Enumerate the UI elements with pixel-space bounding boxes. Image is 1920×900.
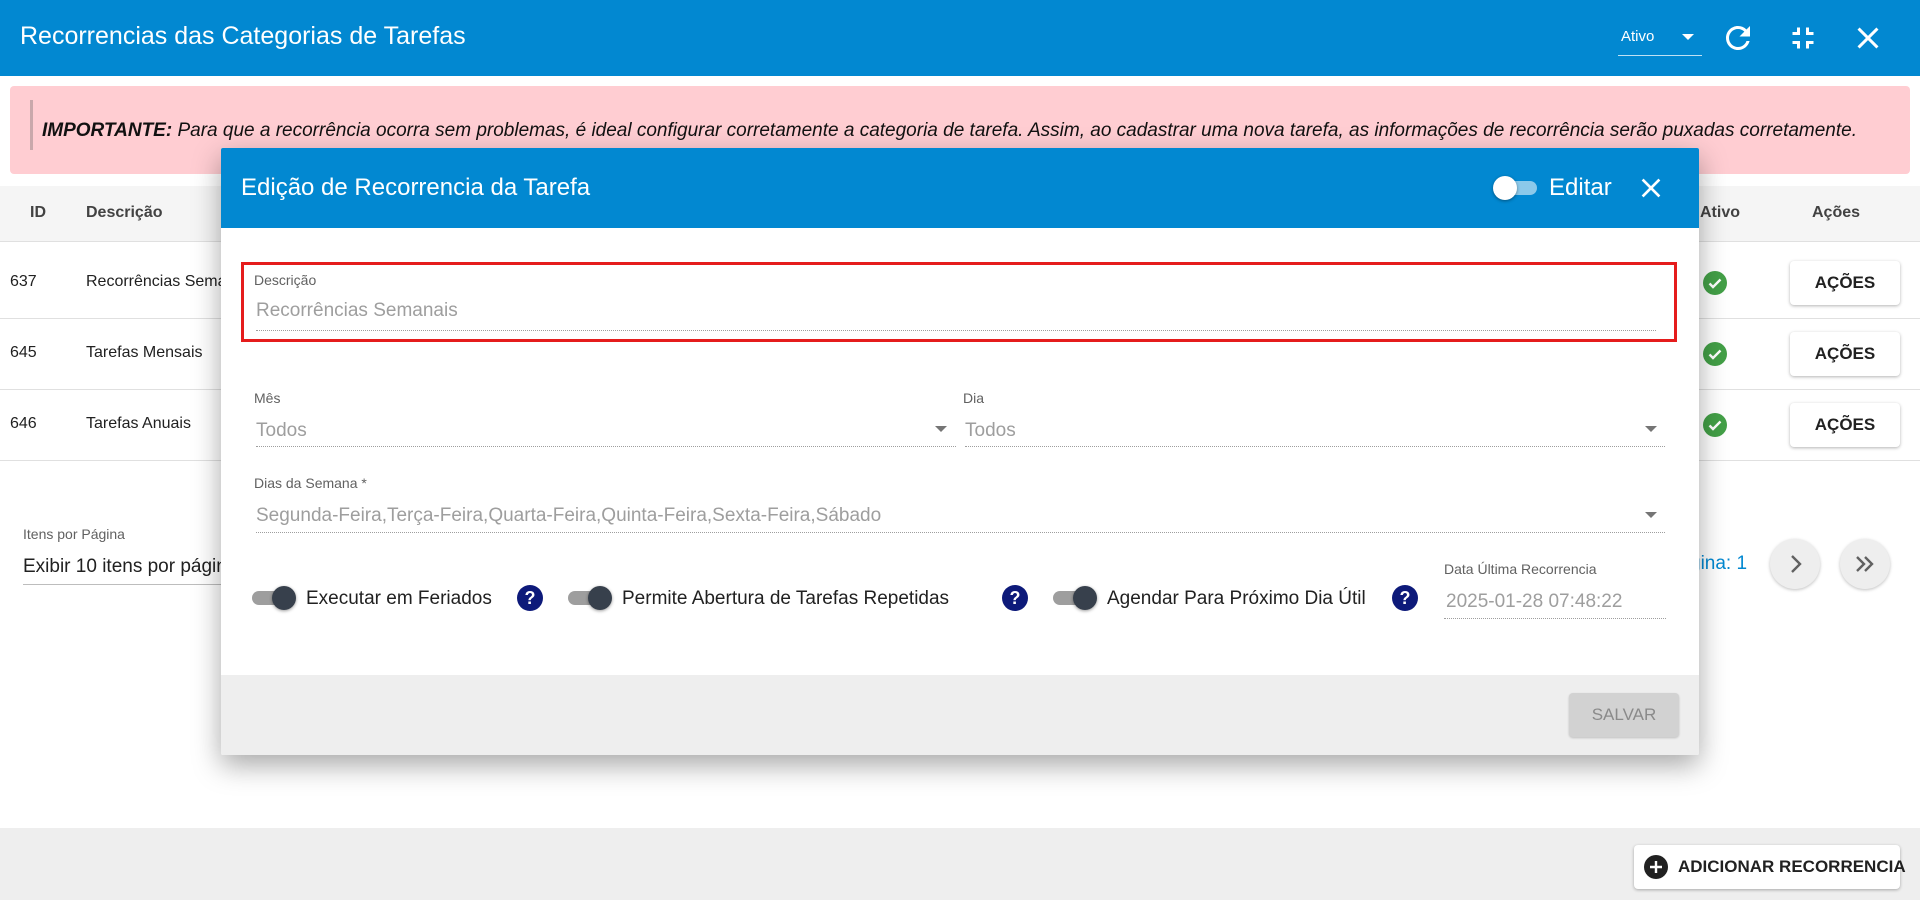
header-ativo: Ativo: [1700, 204, 1740, 221]
double-chevron-right-icon: [1856, 556, 1874, 572]
header-acoes: Ações: [1812, 204, 1861, 221]
dia-underline: [965, 446, 1665, 447]
cell-id: 637: [10, 273, 37, 290]
feriados-toggle[interactable]: [252, 586, 296, 610]
dialog-close-icon[interactable]: [1635, 172, 1667, 204]
alert-bold: IMPORTANTE:: [42, 120, 173, 141]
proximo-dia-util-toggle[interactable]: [1053, 586, 1097, 610]
dias-semana-select[interactable]: Segunda-Feira,Terça-Feira,Quarta-Feira,Q…: [256, 505, 881, 527]
cell-descricao: Tarefas Anuais: [86, 415, 191, 432]
caret-down-icon: [1645, 512, 1657, 518]
dias-semana-underline: [256, 532, 1665, 533]
check-circle-icon: [1703, 413, 1727, 437]
add-recorrencia-label: ADICIONAR RECORRENCIA: [1678, 857, 1906, 876]
edit-recorrencia-dialog: Edição de Recorrencia da Tarefa Editar D…: [221, 148, 1699, 755]
help-icon[interactable]: ?: [1392, 585, 1418, 611]
acoes-button[interactable]: AÇÕES: [1790, 332, 1900, 376]
mes-select[interactable]: Todos: [256, 420, 307, 442]
header-id: ID: [30, 204, 46, 221]
toggle-thumb: [272, 586, 296, 610]
alert-accent-line: [30, 100, 33, 150]
toggle-thumb: [588, 586, 612, 610]
repetidas-label: Permite Abertura de Tarefas Repetidas: [622, 588, 950, 609]
add-circle-icon: [1644, 855, 1668, 879]
refresh-icon[interactable]: [1720, 20, 1756, 56]
page-title: Recorrencias das Categorias de Tarefas: [20, 22, 466, 50]
descricao-field[interactable]: Recorrências Semanais: [256, 300, 458, 322]
cell-id: 645: [10, 344, 37, 361]
footer-bar: [0, 828, 1920, 900]
proximo-dia-util-label: Agendar Para Próximo Dia Útil: [1107, 588, 1366, 609]
help-icon[interactable]: ?: [517, 585, 543, 611]
chevron-right-icon: [1791, 555, 1802, 573]
dia-select[interactable]: Todos: [965, 420, 1016, 442]
alert-body: Para que a recorrência ocorra sem proble…: [172, 120, 1857, 141]
caret-down-icon: [1645, 426, 1657, 432]
perpage-select[interactable]: Exibir 10 itens por página: [23, 556, 233, 585]
dialog-title: Edição de Recorrencia da Tarefa: [241, 174, 591, 201]
status-select[interactable]: Ativo: [1618, 22, 1702, 56]
mes-underline: [256, 446, 956, 447]
ultima-recorrencia-underline: [1444, 618, 1666, 619]
check-circle-icon: [1703, 271, 1727, 295]
collapse-icon[interactable]: [1785, 20, 1821, 56]
dialog-footer: SALVAR: [221, 675, 1699, 755]
dias-semana-label: Dias da Semana *: [254, 475, 367, 491]
dialog-header: Edição de Recorrencia da Tarefa Editar: [221, 148, 1699, 228]
last-page-button[interactable]: [1840, 539, 1890, 589]
dia-label: Dia: [963, 390, 985, 406]
cell-id: 646: [10, 415, 37, 432]
descricao-label: Descrição: [254, 272, 317, 288]
app-bar: Recorrencias das Categorias de Tarefas A…: [0, 0, 1920, 76]
next-page-button[interactable]: [1770, 539, 1820, 589]
check-circle-icon: [1703, 342, 1727, 366]
edit-label: Editar: [1549, 174, 1612, 201]
save-button[interactable]: SALVAR: [1569, 693, 1679, 737]
acoes-button[interactable]: AÇÕES: [1790, 403, 1900, 447]
mes-label: Mês: [254, 390, 281, 406]
ultima-recorrencia-field[interactable]: 2025-01-28 07:48:22: [1446, 591, 1622, 613]
repetidas-toggle[interactable]: [568, 586, 612, 610]
feriados-label: Executar em Feriados: [306, 588, 492, 609]
acoes-button[interactable]: AÇÕES: [1790, 261, 1900, 305]
cell-descricao: Recorrências Sema: [86, 273, 227, 290]
header-descricao: Descrição: [86, 204, 163, 221]
status-select-value: Ativo: [1621, 28, 1655, 45]
descricao-underline: [256, 330, 1656, 331]
alert-text: IMPORTANTE: Para que a recorrência ocorr…: [42, 120, 1857, 142]
edit-toggle-thumb: [1493, 176, 1517, 200]
cell-descricao: Tarefas Mensais: [86, 344, 203, 361]
perpage-label: Itens por Página: [23, 526, 125, 542]
caret-down-icon: [1682, 34, 1694, 40]
close-icon[interactable]: [1850, 20, 1886, 56]
add-recorrencia-button[interactable]: ADICIONAR RECORRENCIA: [1634, 845, 1906, 889]
caret-down-icon: [935, 426, 947, 432]
edit-toggle[interactable]: [1493, 176, 1537, 200]
help-icon[interactable]: ?: [1002, 585, 1028, 611]
toggle-thumb: [1073, 586, 1097, 610]
ultima-recorrencia-label: Data Última Recorrencia: [1444, 561, 1597, 577]
